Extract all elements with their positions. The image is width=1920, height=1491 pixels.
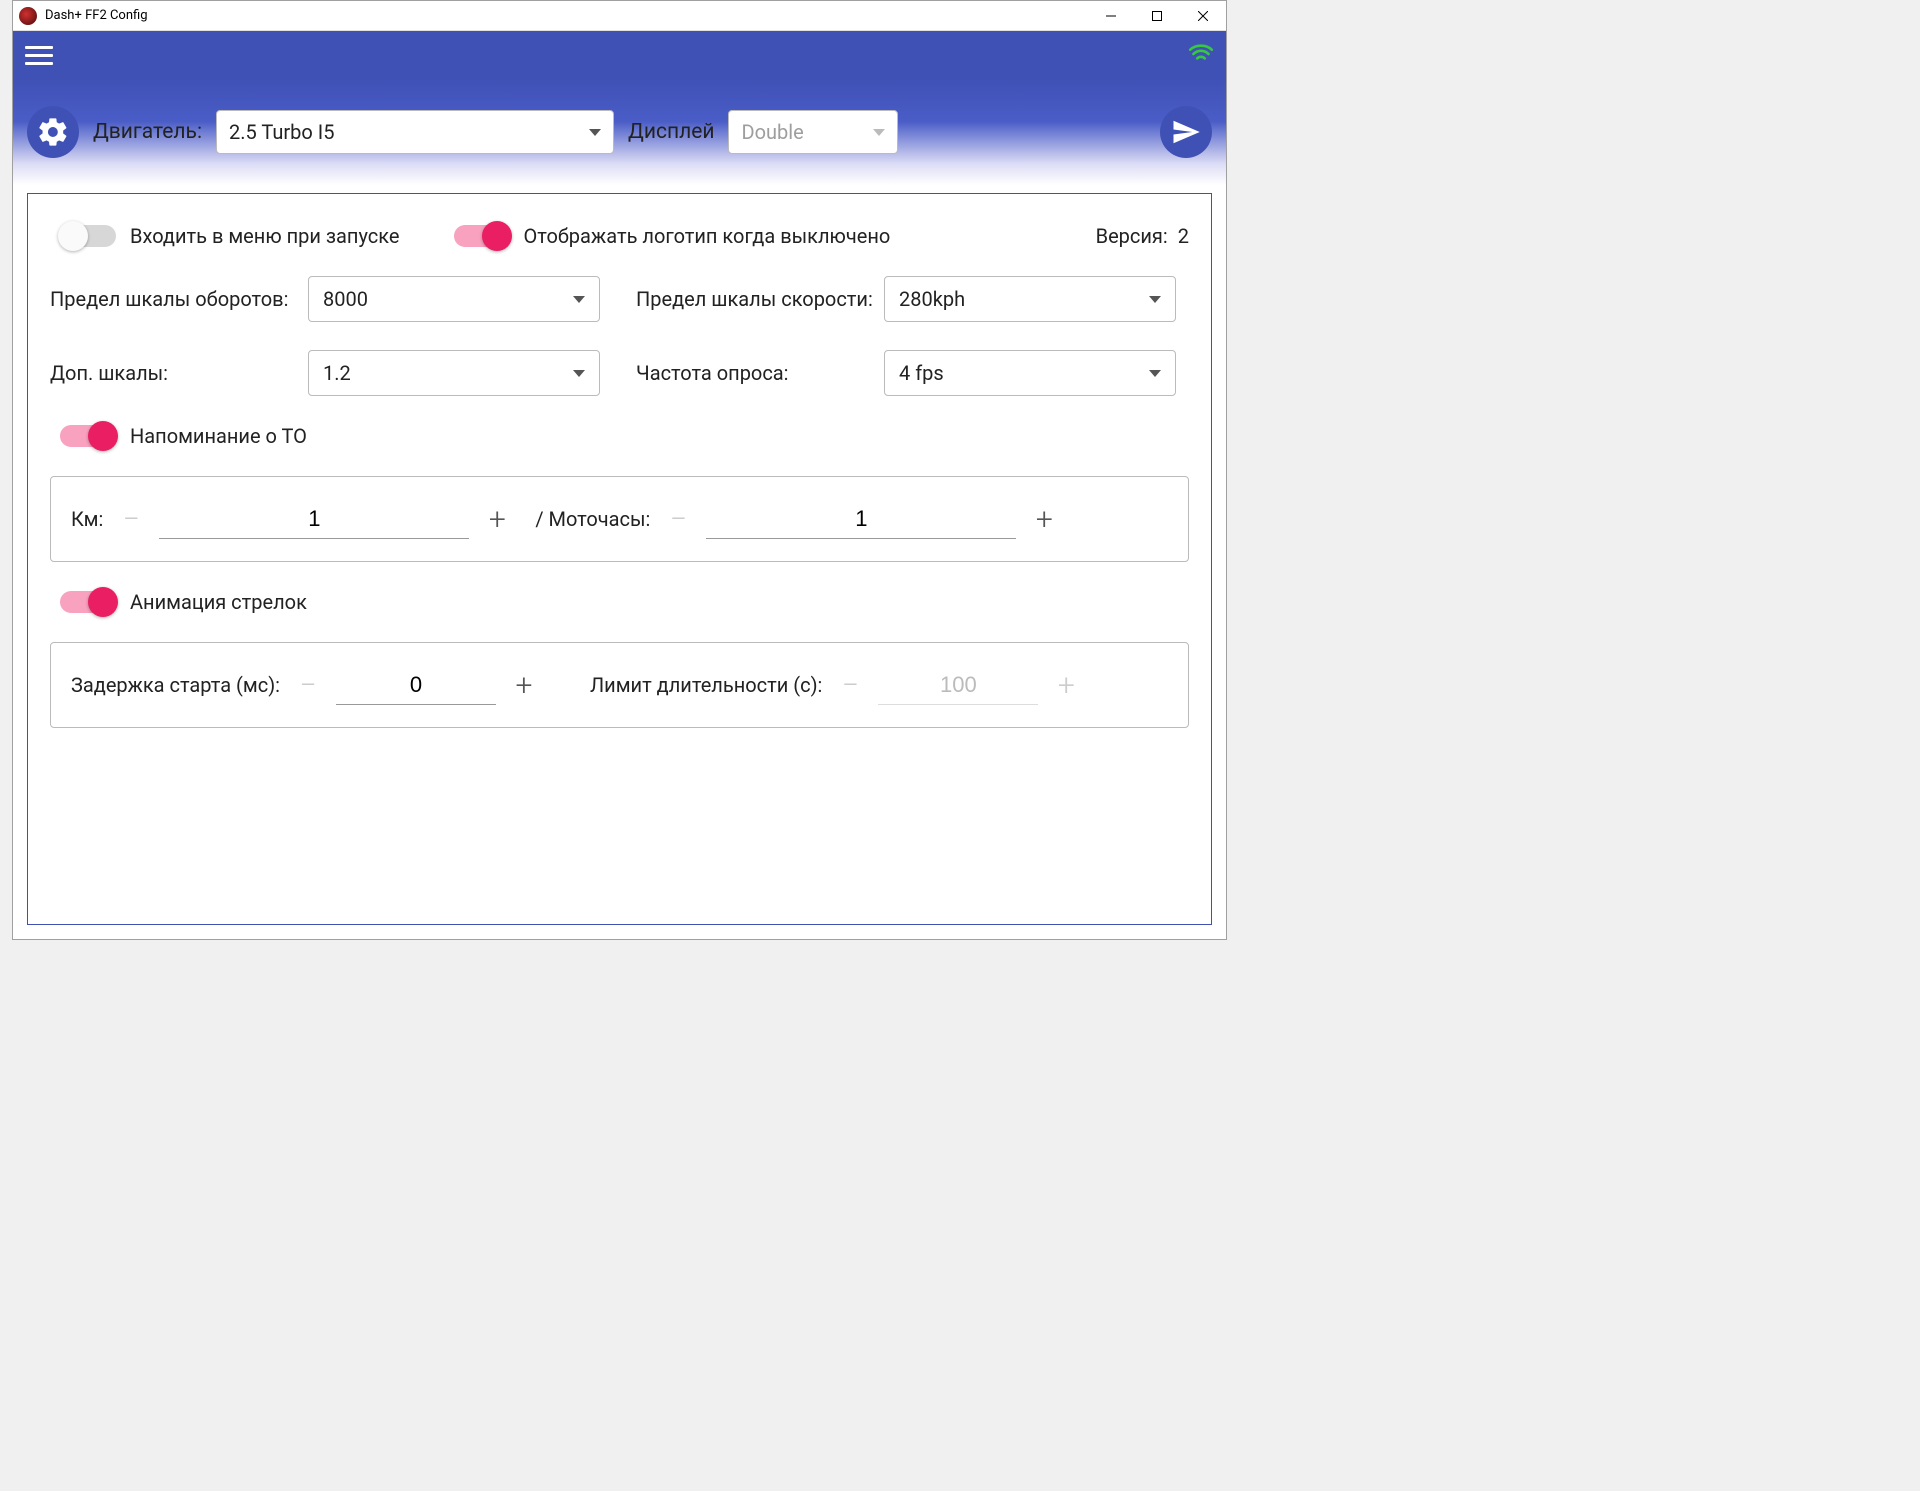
- version-label: Версия:: [1096, 224, 1168, 248]
- window-title: Dash+ FF2 Config: [45, 8, 1088, 23]
- display-value: Double: [741, 120, 803, 144]
- aux-scales-label: Доп. шкалы:: [50, 361, 308, 385]
- service-reminder-label: Напоминание о ТО: [130, 424, 307, 448]
- topbar: [13, 31, 1226, 79]
- chevron-down-icon: [573, 296, 585, 303]
- hours-label: / Моточасы:: [535, 507, 650, 531]
- speed-limit-select[interactable]: 280kph: [884, 276, 1176, 322]
- service-box: Км: − + / Моточасы: − +: [50, 476, 1189, 562]
- chevron-down-icon: [1149, 296, 1161, 303]
- km-input[interactable]: [159, 500, 469, 539]
- menu-on-start-toggle[interactable]: [60, 225, 116, 247]
- speed-limit-label: Предел шкалы скорости:: [636, 287, 884, 311]
- engine-select[interactable]: 2.5 Turbo I5: [216, 110, 614, 154]
- rpm-limit-select[interactable]: 8000: [308, 276, 600, 322]
- rpm-limit-label: Предел шкалы оборотов:: [50, 287, 308, 311]
- display-select[interactable]: Double: [728, 110, 898, 154]
- hours-plus-button[interactable]: +: [1024, 499, 1064, 539]
- delay-plus-button[interactable]: +: [504, 665, 544, 705]
- config-header: Двигатель: 2.5 Turbo I5 Дисплей Double: [13, 79, 1226, 185]
- chevron-down-icon: [1149, 370, 1161, 377]
- menu-icon[interactable]: [25, 41, 53, 69]
- display-label: Дисплей: [628, 120, 714, 144]
- chevron-down-icon: [573, 370, 585, 377]
- show-logo-toggle[interactable]: [454, 225, 510, 247]
- app-window: Dash+ FF2 Config: [12, 0, 1227, 940]
- engine-label: Двигатель:: [93, 120, 202, 144]
- titlebar: Dash+ FF2 Config: [13, 1, 1226, 31]
- maximize-button[interactable]: [1134, 1, 1180, 31]
- engine-value: 2.5 Turbo I5: [229, 120, 334, 144]
- limit-input[interactable]: [878, 666, 1038, 705]
- chevron-down-icon: [589, 129, 601, 136]
- wifi-icon: [1188, 40, 1214, 70]
- app-icon: [19, 7, 37, 25]
- version-value: 2: [1178, 224, 1189, 248]
- limit-label: Лимит длительности (с):: [590, 673, 822, 697]
- send-button[interactable]: [1160, 106, 1212, 158]
- km-plus-button[interactable]: +: [477, 499, 517, 539]
- limit-plus-button[interactable]: +: [1046, 665, 1086, 705]
- minimize-button[interactable]: [1088, 1, 1134, 31]
- delay-input[interactable]: [336, 666, 496, 705]
- close-button[interactable]: [1180, 1, 1226, 31]
- aux-scales-value: 1.2: [323, 361, 351, 385]
- show-logo-label: Отображать логотип когда выключено: [524, 224, 891, 248]
- chevron-down-icon: [873, 129, 885, 136]
- poll-rate-value: 4 fps: [899, 361, 944, 385]
- needle-anim-toggle[interactable]: [60, 591, 116, 613]
- delay-label: Задержка старта (мс):: [71, 673, 280, 697]
- service-reminder-toggle[interactable]: [60, 425, 116, 447]
- app-body: Двигатель: 2.5 Turbo I5 Дисплей Double В…: [13, 31, 1226, 939]
- delay-minus-button[interactable]: −: [288, 665, 328, 705]
- settings-panel: Входить в меню при запуске Отображать ло…: [27, 193, 1212, 925]
- km-label: Км:: [71, 507, 103, 531]
- limit-minus-button[interactable]: −: [830, 665, 870, 705]
- hours-input[interactable]: [706, 500, 1016, 539]
- poll-rate-select[interactable]: 4 fps: [884, 350, 1176, 396]
- hours-minus-button[interactable]: −: [658, 499, 698, 539]
- km-minus-button[interactable]: −: [111, 499, 151, 539]
- rpm-limit-value: 8000: [323, 287, 368, 311]
- aux-scales-select[interactable]: 1.2: [308, 350, 600, 396]
- speed-limit-value: 280kph: [899, 287, 965, 311]
- needle-anim-label: Анимация стрелок: [130, 590, 307, 614]
- poll-rate-label: Частота опроса:: [636, 361, 884, 385]
- anim-box: Задержка старта (мс): − + Лимит длительн…: [50, 642, 1189, 728]
- menu-on-start-label: Входить в меню при запуске: [130, 224, 400, 248]
- gear-icon: [27, 106, 79, 158]
